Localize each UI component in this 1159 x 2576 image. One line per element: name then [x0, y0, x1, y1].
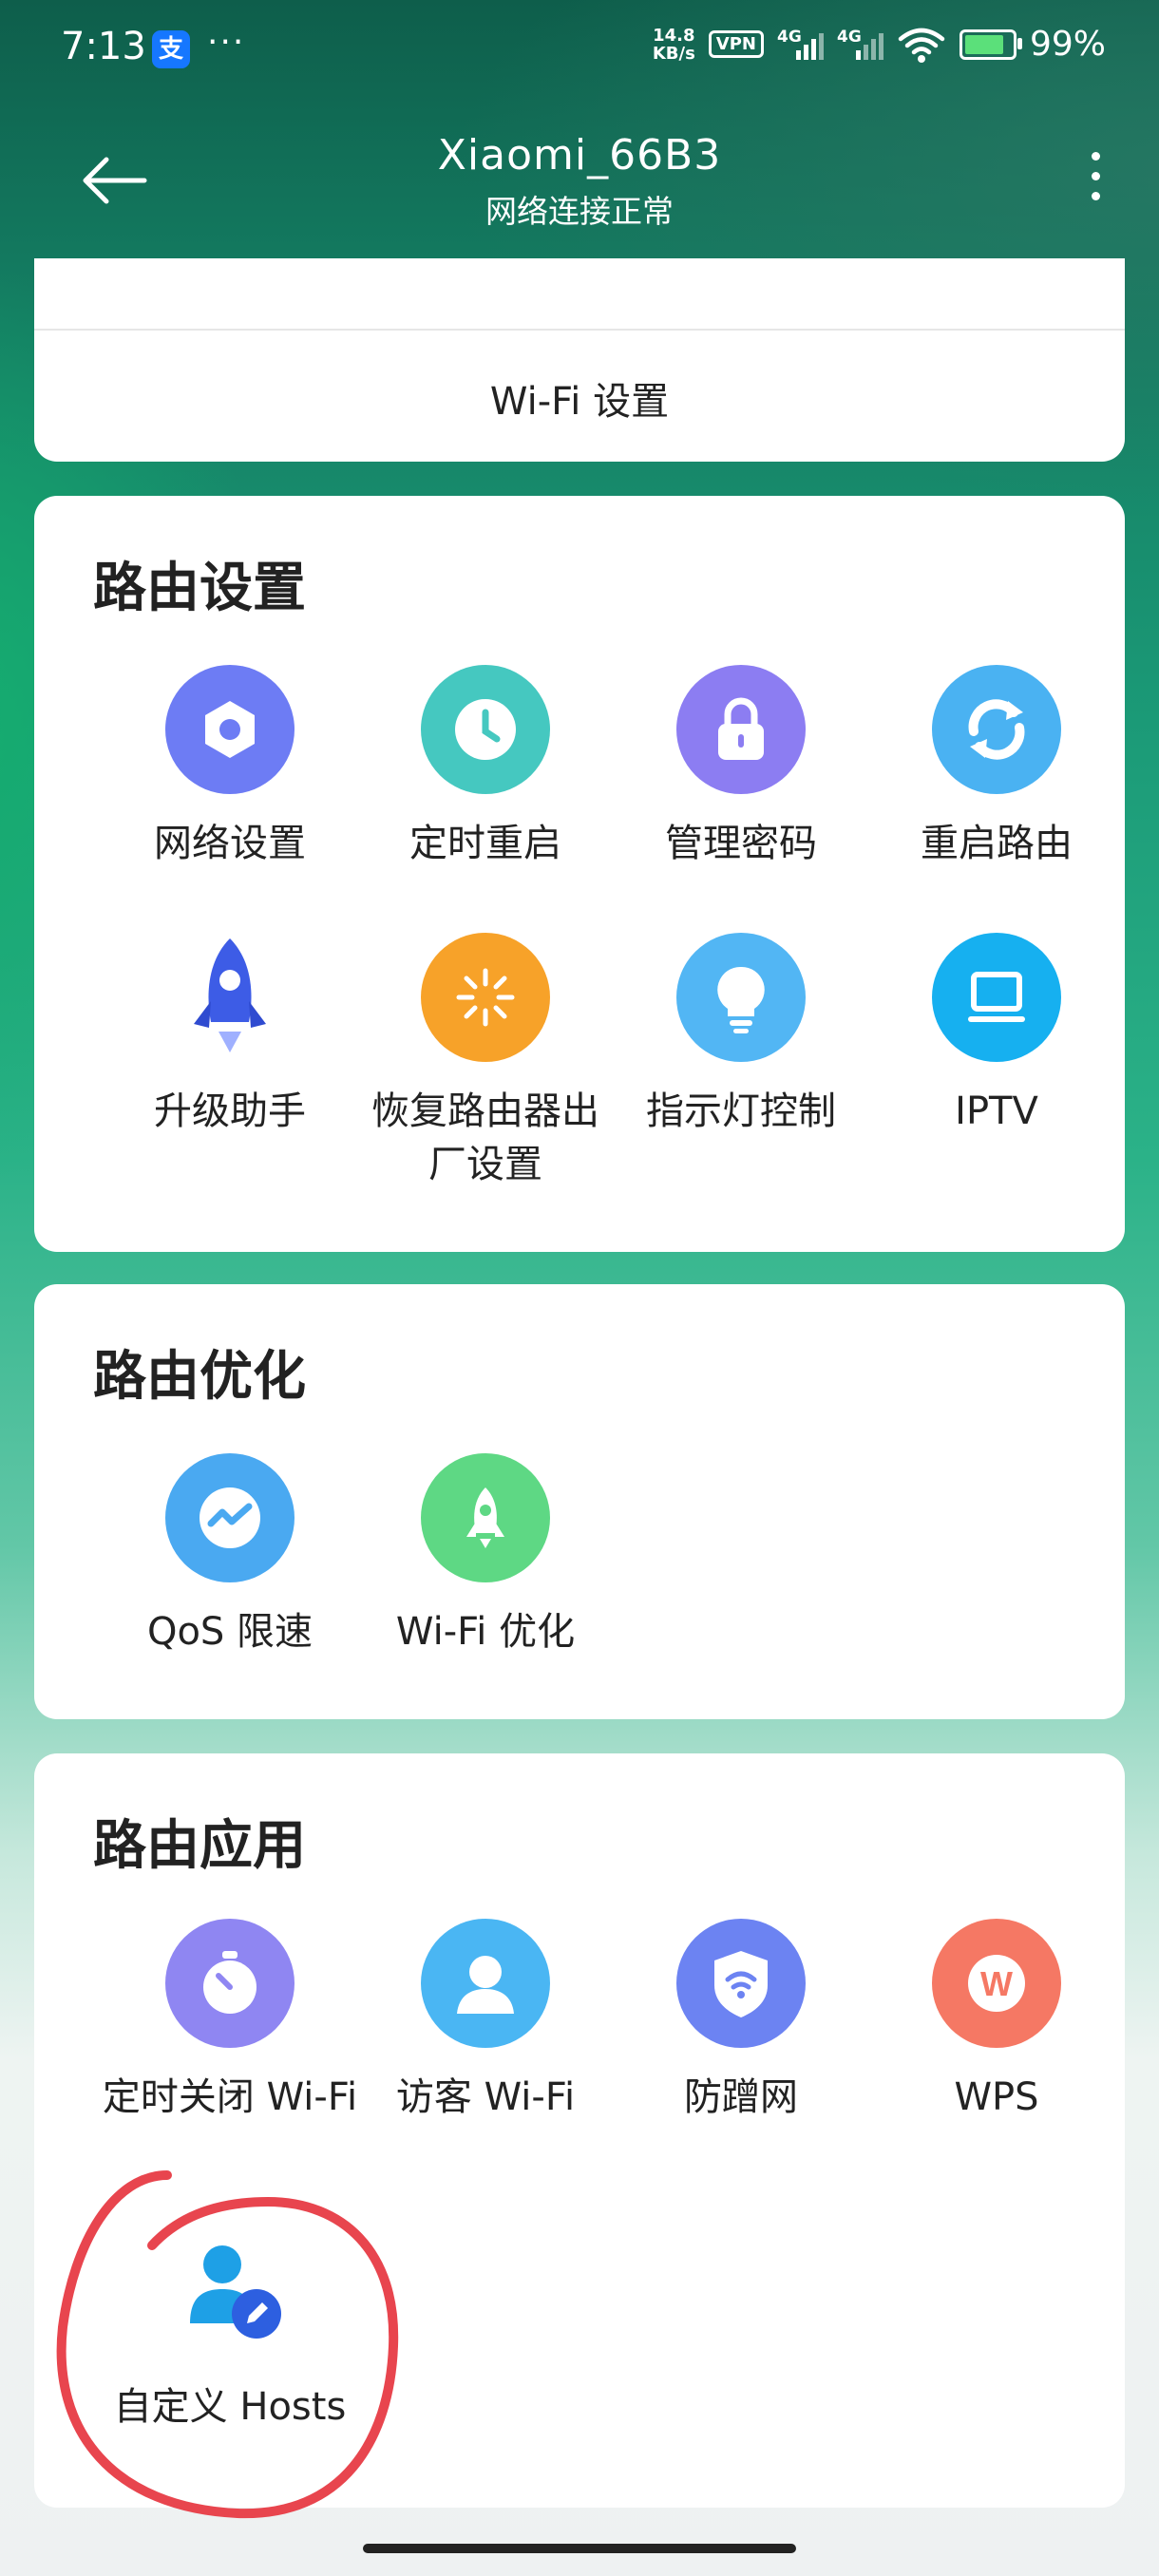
wps-icon: W [932, 1919, 1061, 2048]
item-label: 恢复路由器出厂设置 [371, 1089, 599, 1186]
indicator-light-item[interactable]: 指示灯控制 [613, 933, 869, 1138]
alipay-icon: 支 [152, 30, 190, 68]
rocket-icon [421, 1453, 550, 1582]
item-label: IPTV [955, 1089, 1038, 1133]
more-options-icon[interactable] [1089, 152, 1102, 209]
item-label: 防蹭网 [684, 2075, 798, 2119]
factory-reset-item[interactable]: 恢复路由器出厂设置 [357, 933, 614, 1191]
router-settings-card: 路由设置 网络设置 定时重启 管理密码 重启路由 升级助手 恢复路由器出厂设置 … [34, 496, 1125, 1252]
network-settings-item[interactable]: 网络设置 [102, 665, 358, 870]
item-label: 网络设置 [154, 822, 306, 865]
guest-user-icon [421, 1919, 550, 2048]
item-label: WPS [954, 2075, 1039, 2119]
network-speed-unit: KB/s [652, 43, 695, 64]
status-bar: 7:13 支 ··· 14.8 KB/s VPN 4G 4G 99% [0, 0, 1159, 104]
sunburst-icon [421, 933, 550, 1062]
network-speed-value: 14.8 [653, 25, 695, 46]
refresh-icon [932, 665, 1061, 794]
speed-wave-icon [165, 1453, 294, 1582]
network-speed: 14.8 KB/s [653, 27, 695, 63]
upgrade-assistant-item[interactable]: 升级助手 [102, 933, 358, 1138]
battery-icon [959, 28, 1022, 60]
iptv-item[interactable]: IPTV [868, 933, 1125, 1138]
item-label: Wi-Fi 优化 [395, 1610, 576, 1654]
top-app-bar: Xiaomi_66B3 网络连接正常 [0, 123, 1159, 237]
home-indicator[interactable] [363, 2544, 796, 2553]
qos-item[interactable]: QoS 限速 [102, 1453, 358, 1658]
item-label: 自定义 Hosts [113, 2385, 347, 2429]
sim1-signal-icon: 4G [776, 27, 824, 60]
router-apps-title: 路由应用 [93, 1815, 306, 1877]
item-label: QoS 限速 [146, 1610, 314, 1654]
item-label: 指示灯控制 [646, 1089, 836, 1133]
anti-freeloading-item[interactable]: 防蹭网 [613, 1919, 869, 2124]
lightbulb-icon [676, 933, 806, 1062]
admin-password-item[interactable]: 管理密码 [613, 665, 869, 870]
wifi-optimization-item[interactable]: Wi-Fi 优化 [357, 1453, 614, 1658]
item-label: 定时关闭 Wi-Fi [102, 2075, 358, 2119]
wifi-card: Wi-Fi 设置 [34, 258, 1125, 462]
item-label: 重启路由 [921, 822, 1073, 865]
router-optimization-card: 路由优化 QoS 限速 Wi-Fi 优化 [34, 1284, 1125, 1719]
monitor-icon [932, 933, 1061, 1062]
wifi-shield-icon [676, 1919, 806, 2048]
router-settings-title: 路由设置 [93, 558, 306, 619]
router-apps-card: 路由应用 定时关闭 Wi-Fi 访客 Wi-Fi 防蹭网 W WPS 自定义 H… [34, 1753, 1125, 2508]
user-edit-icon [165, 2228, 294, 2358]
wps-item[interactable]: W WPS [868, 1919, 1125, 2124]
wifi-signal-icon [898, 28, 945, 63]
custom-hosts-item[interactable]: 自定义 Hosts [102, 2228, 358, 2434]
item-label: 管理密码 [665, 822, 817, 865]
item-label: 升级助手 [154, 1089, 306, 1133]
item-label: 访客 Wi-Fi [395, 2075, 576, 2119]
status-time: 7:13 [61, 25, 146, 68]
guest-wifi-item[interactable]: 访客 Wi-Fi [357, 1919, 614, 2124]
sim2-signal-icon: 4G [836, 27, 884, 60]
router-optimization-title: 路由优化 [93, 1346, 306, 1408]
clock-icon [421, 665, 550, 794]
rocket-icon [165, 933, 294, 1062]
hexagon-nut-icon [165, 665, 294, 794]
scheduled-wifi-off-item[interactable]: 定时关闭 Wi-Fi [102, 1919, 358, 2124]
divider [34, 329, 1125, 331]
wifi-settings-button[interactable]: Wi-Fi 设置 [34, 370, 1125, 426]
router-name-title: Xiaomi_66B3 [437, 131, 722, 180]
vpn-badge: VPN [708, 30, 764, 58]
item-label: 定时重启 [409, 822, 561, 865]
battery-percent: 99% [1029, 25, 1106, 64]
connection-status: 网络连接正常 [485, 193, 674, 230]
stopwatch-icon [165, 1919, 294, 2048]
sim2-type: 4G [836, 27, 862, 47]
lock-icon [676, 665, 806, 794]
scheduled-reboot-item[interactable]: 定时重启 [357, 665, 614, 870]
more-notifications-icon: ··· [207, 23, 246, 62]
sim1-type: 4G [776, 27, 802, 47]
restart-router-item[interactable]: 重启路由 [868, 665, 1125, 870]
wps-glyph: W [980, 1964, 1013, 2003]
